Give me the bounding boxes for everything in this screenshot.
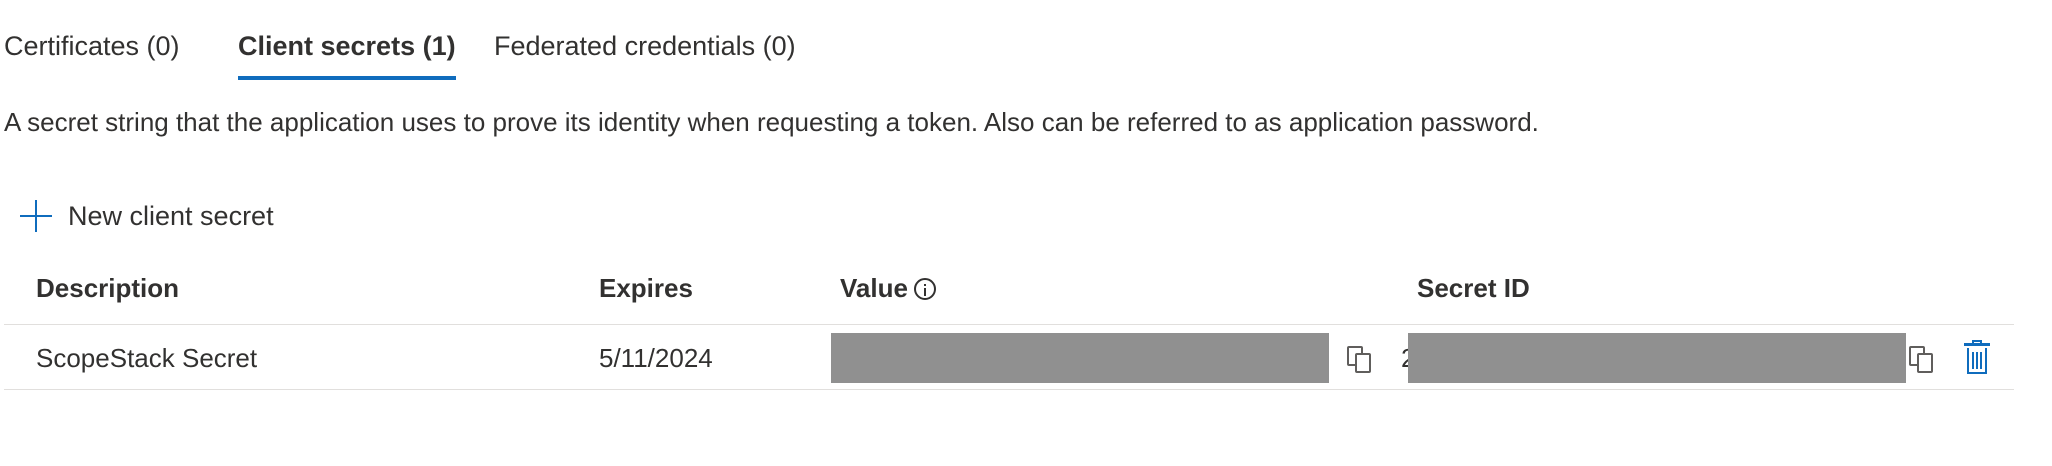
section-description: A secret string that the application use…	[4, 107, 1539, 137]
column-header-secret-id: Secret ID	[1417, 273, 1530, 303]
header-divider	[4, 324, 2014, 325]
tab-federated-credentials[interactable]: Federated credentials (0)	[494, 24, 796, 82]
copy-secret-id-icon[interactable]	[1909, 346, 1935, 374]
tab-label: Certificates (0)	[4, 31, 180, 61]
secret-description-cell: ScopeStack Secret	[36, 343, 258, 373]
new-client-secret-label: New client secret	[68, 200, 274, 231]
value-header-label: Value	[840, 273, 908, 303]
client-secrets-panel: Certificates (0) Client secrets (1) Fede…	[0, 0, 2052, 466]
plus-icon	[20, 200, 52, 232]
secret-value-redacted	[831, 333, 1329, 383]
delete-secret-icon[interactable]	[1964, 340, 1990, 374]
copy-value-icon[interactable]	[1347, 346, 1373, 374]
secret-expires-cell: 5/11/2024	[599, 343, 713, 373]
column-header-value: Value	[840, 270, 936, 306]
row-divider	[4, 389, 2014, 390]
tab-label: Federated credentials (0)	[494, 31, 796, 61]
active-tab-indicator	[238, 76, 456, 80]
secret-id-redacted	[1408, 333, 1906, 383]
column-header-description: Description	[36, 273, 180, 303]
tab-client-secrets[interactable]: Client secrets (1)	[238, 24, 456, 82]
new-client-secret-button[interactable]: New client secret	[20, 196, 274, 236]
tab-label: Client secrets (1)	[238, 31, 456, 61]
tab-certificates[interactable]: Certificates (0)	[4, 24, 180, 82]
column-header-expires: Expires	[599, 273, 693, 303]
info-icon[interactable]	[913, 278, 936, 300]
